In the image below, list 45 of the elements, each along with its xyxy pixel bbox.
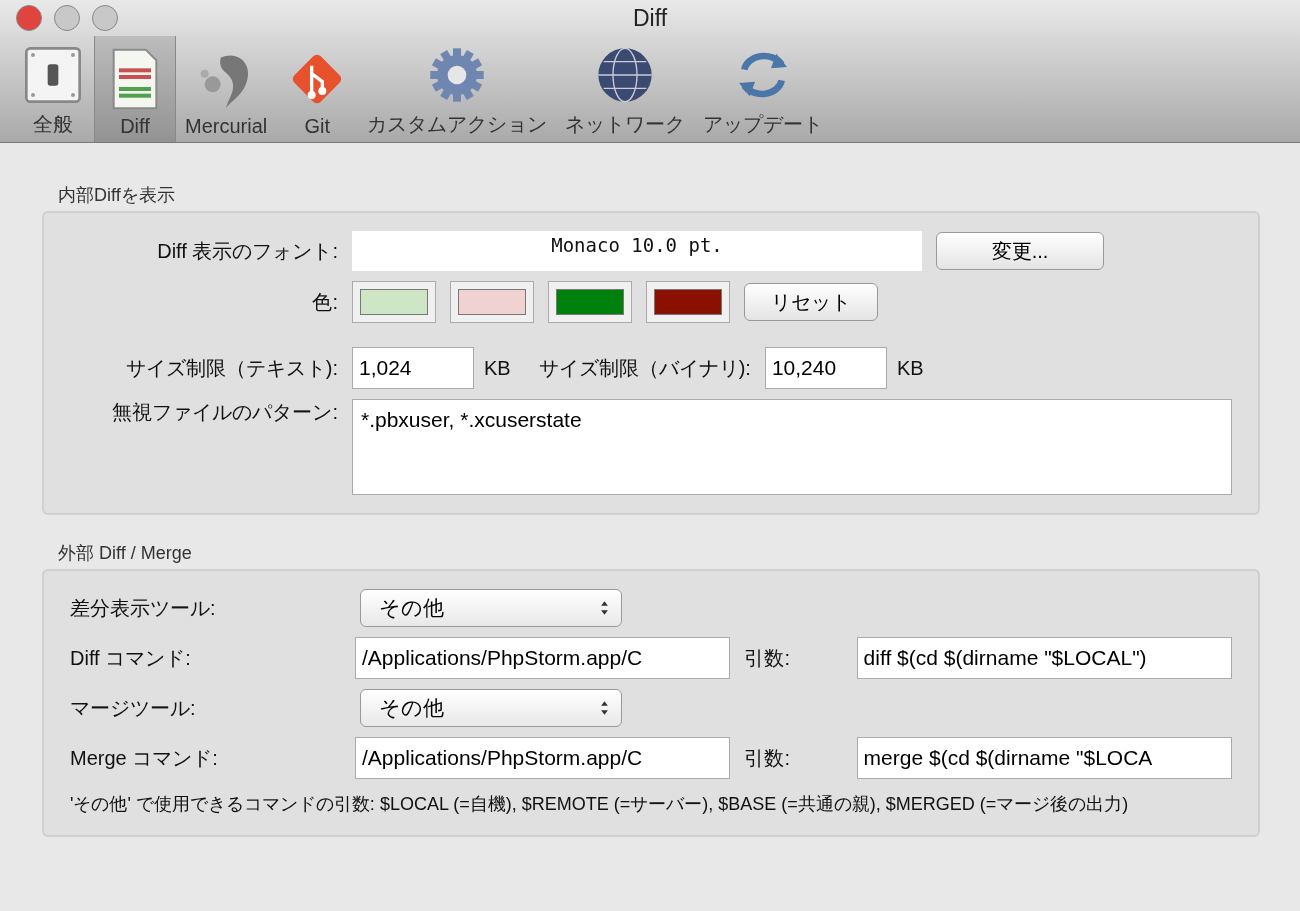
group-title: 外部 Diff / Merge [58,542,193,565]
change-button[interactable]: 変更... [936,232,1104,270]
dropdown[interactable]: その他 [360,689,622,727]
font-display-field: Monaco 10.0 pt. [352,231,922,271]
field-label: 差分表示ツール: [69,595,217,621]
input-field[interactable]: /Applications/PhpStorm.app/C [355,737,731,779]
updown-arrow-icon [600,700,609,716]
field-label: サイズ制限（テキスト): [124,355,338,381]
window-control-button[interactable] [54,5,80,31]
field-label: 引数: [744,645,791,671]
text-area[interactable]: *.pbxuser, *.xcuserstate [352,399,1232,495]
updown-arrow-icon [600,600,609,616]
unit-label: KB [896,356,924,380]
group-title: 内部Diffを表示 [58,184,176,207]
field-label: Merge コマンド: [69,745,219,771]
input-field[interactable]: /Applications/PhpStorm.app/C [355,637,731,679]
input-field[interactable]: merge $(cd $(dirname "$LOCA [856,737,1232,779]
field-label: サイズ制限（バイナリ): [538,355,751,381]
input-field[interactable]: 1,024 [352,347,474,389]
input-field[interactable]: diff $(cd $(dirname "$LOCAL") [856,637,1232,679]
toolbar-tab[interactable]: Diff [94,36,176,142]
field-label: 無視ファイルのパターン: [111,400,338,425]
field-label: マージツール: [69,695,197,721]
field-label: Diff 表示のフォント: [156,238,338,264]
toolbar-tab[interactable]: Git [276,36,359,142]
reset-button[interactable]: リセット [744,283,878,321]
color-well[interactable] [646,281,730,323]
window-title: Diff [632,4,668,32]
toolbar-tab[interactable]: ネットワーク [556,36,695,142]
input-field[interactable]: 10,240 [764,347,887,389]
window-control-button[interactable] [16,5,42,31]
color-well[interactable] [450,281,534,323]
field-label: Diff コマンド: [69,645,192,671]
toolbar-tab[interactable]: アップデート [694,36,833,142]
help-text: 'その他' で使用できるコマンドの引数: $LOCAL (=自機), $REMOTE (=サーバー), $BASE (=共通の親), $MERGED (=マージ後の出力) [69,793,1130,816]
field-label: 色: [311,289,338,315]
toolbar-tab[interactable]: カスタムアクション [358,36,557,142]
color-well[interactable] [352,281,436,323]
field-label: 引数: [744,745,791,771]
unit-label: KB [484,356,511,380]
dropdown[interactable]: その他 [360,589,622,627]
window-control-button[interactable] [92,5,118,31]
color-well[interactable] [548,281,632,323]
toolbar-tab[interactable]: Mercurial [176,36,277,142]
toolbar-tab[interactable]: 全般 [12,36,94,142]
